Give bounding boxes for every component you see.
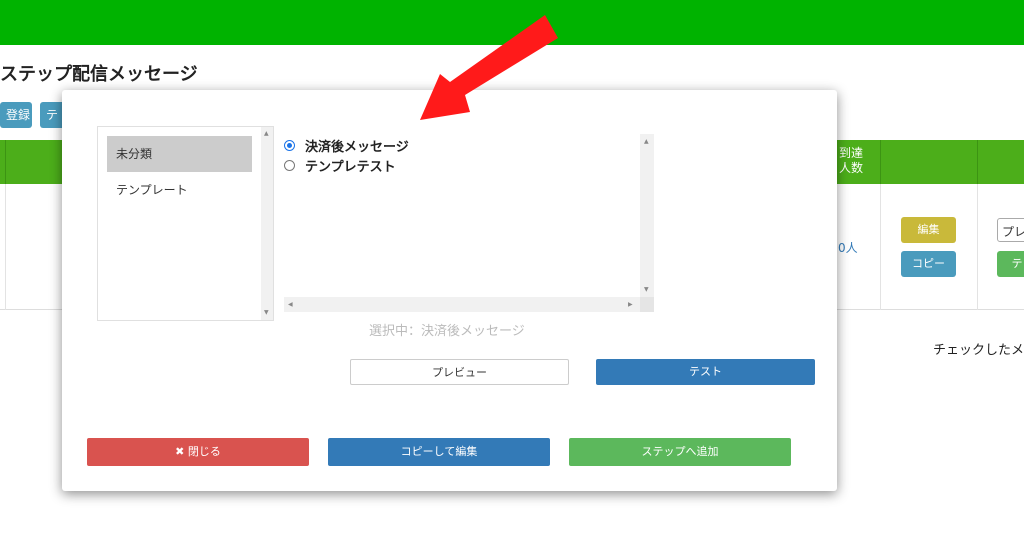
message-option-label: 決済後メッセージ <box>305 139 409 155</box>
close-icon: ✖ <box>175 445 185 458</box>
scroll-right-arrow-icon[interactable]: ▶ <box>628 301 633 308</box>
scroll-down-arrow-icon[interactable]: ▼ <box>644 286 649 293</box>
close-button[interactable]: ✖ 閉じる <box>87 438 309 466</box>
actions-header <box>880 140 977 184</box>
table-header-divider <box>5 140 6 184</box>
message-option-label: テンプレテスト <box>305 159 396 175</box>
message-option-payment[interactable]: 決済後メッセージ <box>284 135 409 155</box>
preview-button[interactable]: プレビュー <box>350 359 569 385</box>
scroll-up-arrow-icon[interactable]: ▲ <box>264 130 269 137</box>
message-list: 決済後メッセージ テンプレテスト ▲ ▼ <box>282 134 654 312</box>
copy-button[interactable]: コピー <box>901 251 956 277</box>
scroll-down-arrow-icon[interactable]: ▼ <box>264 309 269 316</box>
close-label: 閉じる <box>187 445 221 458</box>
bulk-action-note: チェックしたメ <box>933 343 1024 358</box>
category-scrollbar[interactable]: ▲ ▼ <box>261 127 273 320</box>
edit-button[interactable]: 編集 <box>901 217 956 243</box>
add-to-step-button[interactable]: ステップへ追加 <box>569 438 791 466</box>
reach-count: 0人 <box>838 241 858 255</box>
category-list: 未分類 テンプレート ▲ ▼ <box>97 126 274 321</box>
row-green-button[interactable]: テ <box>997 251 1024 277</box>
message-select-dialog: 未分類 テンプレート ▲ ▼ 決済後メッセージ テンプレテスト ▲ ▼ ◀ ▶ … <box>62 90 837 491</box>
page-title: ステップ配信メッセージ <box>0 64 198 85</box>
radio-unchecked-icon[interactable] <box>284 159 295 171</box>
annotation-arrow-icon <box>420 15 558 120</box>
row-divider <box>5 184 6 310</box>
scroll-up-arrow-icon[interactable]: ▲ <box>644 138 649 145</box>
template-header <box>977 140 1024 184</box>
actions-cell <box>880 184 977 310</box>
category-item-template[interactable]: テンプレート <box>107 172 252 208</box>
message-option-template-test[interactable]: テンプレテスト <box>284 155 396 175</box>
message-vertical-scrollbar[interactable]: ▲ ▼ <box>640 134 654 297</box>
radio-checked-icon[interactable] <box>284 139 295 151</box>
template-select[interactable]: プレ <box>997 218 1024 242</box>
register-button[interactable]: 登録 <box>0 102 32 128</box>
message-horizontal-scrollbar[interactable]: ◀ ▶ <box>284 297 640 312</box>
template-cell <box>977 184 1024 310</box>
scrollbar-corner <box>640 297 654 312</box>
copy-and-edit-button[interactable]: コピーして編集 <box>328 438 550 466</box>
test-button[interactable]: テスト <box>596 359 815 385</box>
scroll-left-arrow-icon[interactable]: ◀ <box>288 301 293 308</box>
selected-message-text: 選択中：決済後メッセージ <box>369 324 525 339</box>
category-item-uncategorized[interactable]: 未分類 <box>107 136 252 172</box>
